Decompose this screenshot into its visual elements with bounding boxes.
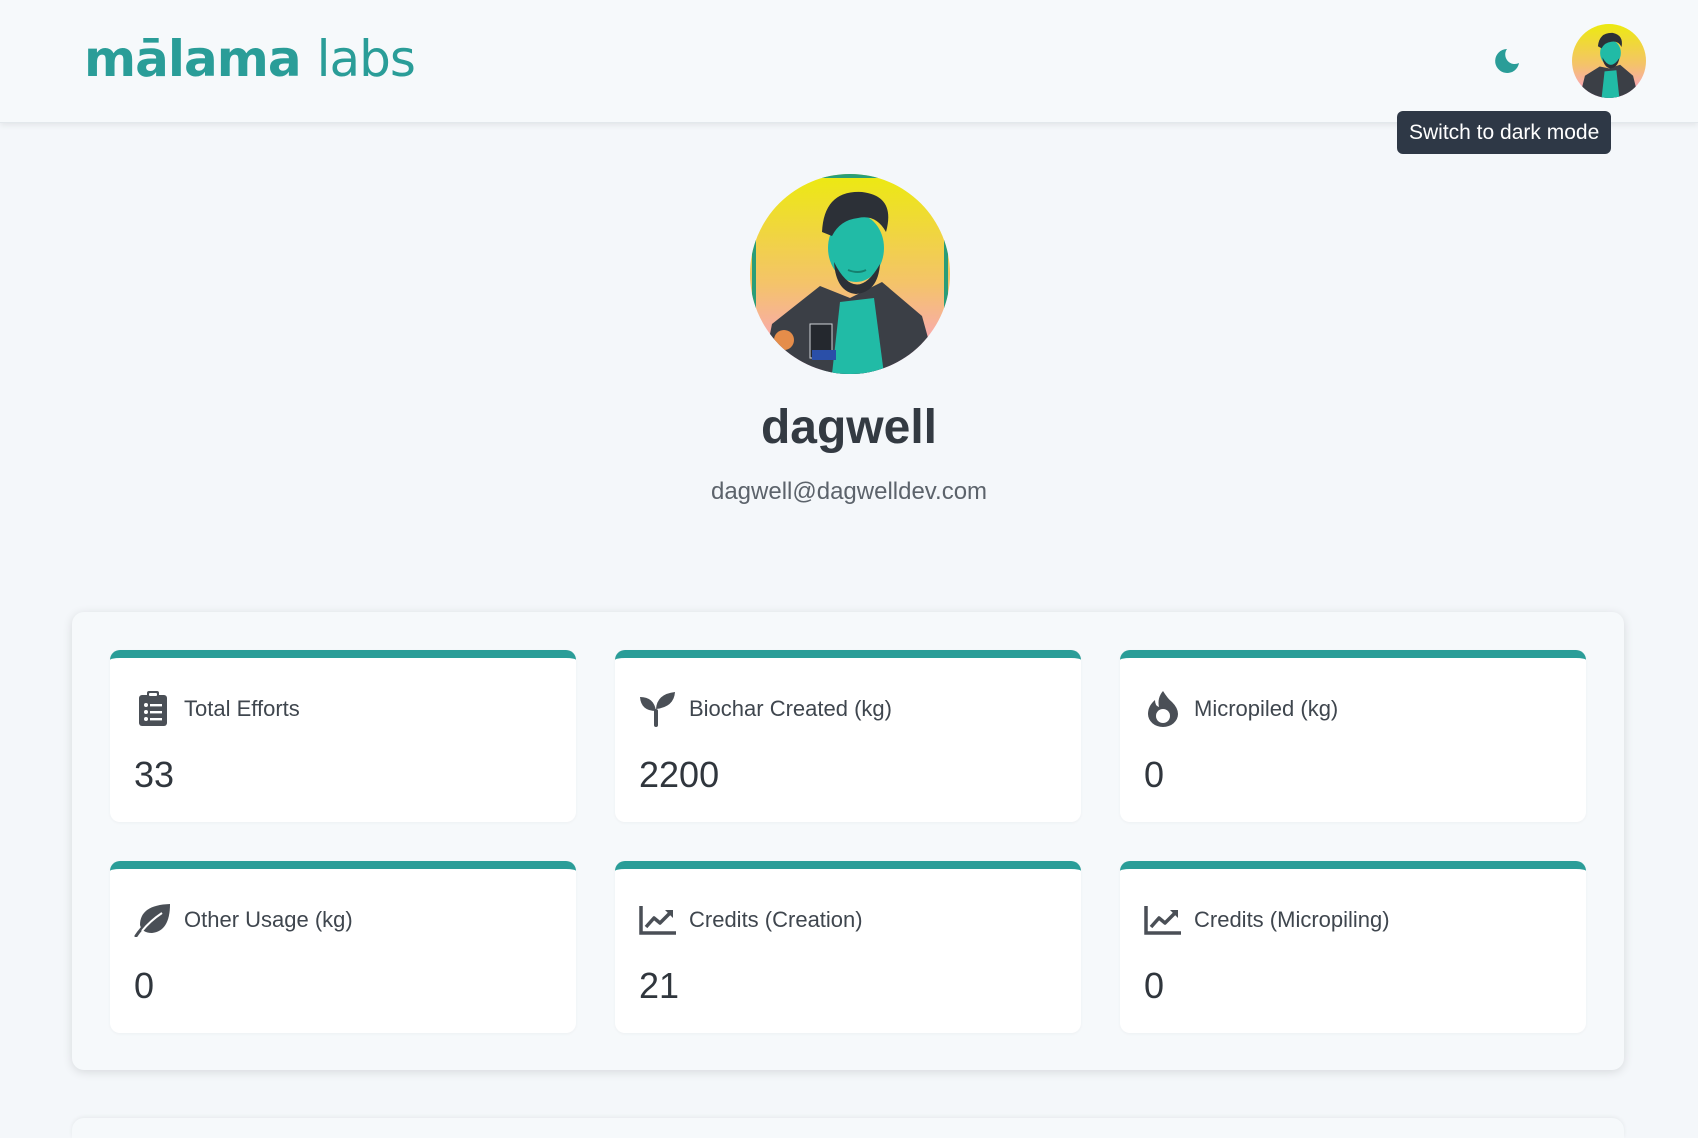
avatar-small-image [1572,24,1646,98]
stats-panel: Total Efforts 33 Biochar Created (kg) 22… [72,612,1624,1070]
stat-value: 33 [134,754,175,795]
stat-value: 2200 [639,754,720,795]
stat-card-total-efforts: Total Efforts 33 [110,650,576,822]
stat-value: 0 [1144,754,1165,795]
stat-label: Micropiled (kg) [1194,696,1339,721]
seedling-icon [639,690,677,728]
stat-label: Credits (Micropiling) [1194,907,1390,932]
profile-email: dagwell@dagwelldev.com [710,478,988,505]
profile-username: dagwell [760,401,938,454]
theme-tooltip: Switch to dark mode [1397,111,1612,154]
theme-toggle-button[interactable] [1490,44,1524,78]
moon-icon [1495,49,1519,73]
malama-labs-logo[interactable]: mālama labs [84,30,416,88]
stat-label: Credits (Creation) [689,907,863,932]
leaf-icon [134,901,172,939]
chart-line-icon [639,901,677,939]
logo-sub-text: labs [316,30,416,88]
chart-line-icon [1144,901,1182,939]
avatar-large-image [750,174,950,374]
stat-value: 0 [1144,965,1165,1006]
stat-value: 0 [134,965,155,1006]
clipboard-list-icon [134,690,172,728]
stat-card-credits-creation: Credits (Creation) 21 [615,861,1081,1033]
top-navbar: mālama labs [0,0,1698,123]
stat-card-biochar-created: Biochar Created (kg) 2200 [615,650,1081,822]
stat-value: 21 [639,965,680,1006]
logo-main-text: mālama [84,30,302,88]
next-section-edge [72,1118,1624,1138]
stat-card-other-usage: Other Usage (kg) 0 [110,861,576,1033]
stat-label: Total Efforts [184,696,300,721]
stat-label: Other Usage (kg) [184,907,353,932]
stat-label: Biochar Created (kg) [689,696,892,721]
profile-avatar [750,174,950,374]
user-avatar-button[interactable] [1572,24,1646,98]
stat-card-micropiled: Micropiled (kg) 0 [1120,650,1586,822]
stat-card-credits-micropiling: Credits (Micropiling) 0 [1120,861,1586,1033]
fire-icon [1144,690,1182,728]
